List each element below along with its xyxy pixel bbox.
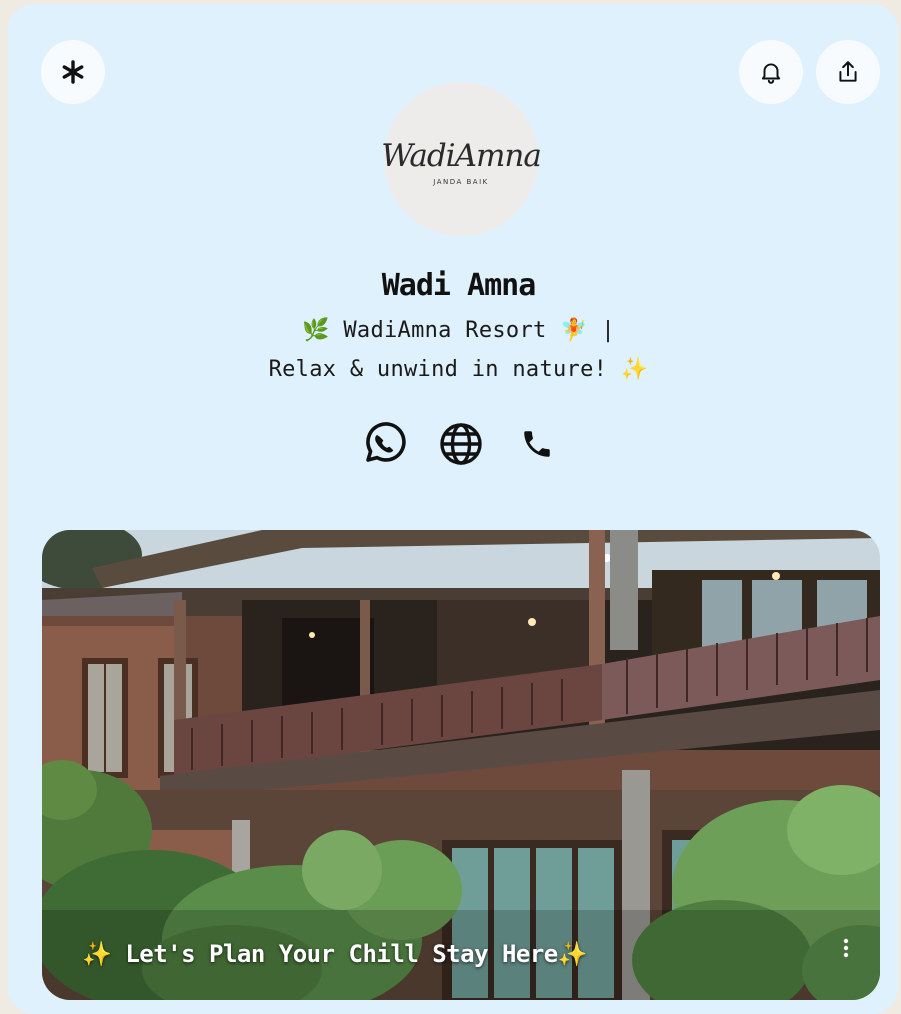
asterisk-icon bbox=[62, 60, 84, 84]
bio-line-2: Relax & unwind in nature! ✨ bbox=[268, 357, 649, 382]
link-card-label: ✨ Let's Plan Your Chill Stay Here✨ bbox=[82, 940, 588, 968]
menu-button[interactable] bbox=[41, 40, 105, 104]
whatsapp-icon bbox=[366, 422, 406, 462]
share-icon bbox=[839, 61, 857, 82]
avatar: WadiAmna JANDA BAIK bbox=[381, 82, 542, 236]
logo-subtitle: JANDA BAIK bbox=[433, 177, 489, 186]
notify-button[interactable] bbox=[739, 40, 803, 104]
resort-building-photo bbox=[42, 530, 880, 1000]
link-card-menu-button[interactable] bbox=[834, 932, 858, 964]
whatsapp-link[interactable] bbox=[358, 418, 410, 470]
profile-name: Wadi Amna bbox=[381, 268, 537, 303]
link-card-plan-stay[interactable]: ✨ Let's Plan Your Chill Stay Here✨ bbox=[42, 530, 880, 1000]
phone-icon bbox=[524, 431, 550, 457]
phone-link[interactable] bbox=[511, 418, 563, 470]
share-button[interactable] bbox=[816, 40, 880, 104]
logo-text: WadiAmna bbox=[381, 137, 542, 174]
bio-line-1: 🌿 WadiAmna Resort 🧚 | bbox=[302, 318, 615, 343]
bell-icon bbox=[761, 63, 781, 84]
kebab-menu-icon bbox=[843, 938, 849, 958]
globe-icon bbox=[440, 423, 482, 465]
website-link[interactable] bbox=[435, 418, 487, 470]
